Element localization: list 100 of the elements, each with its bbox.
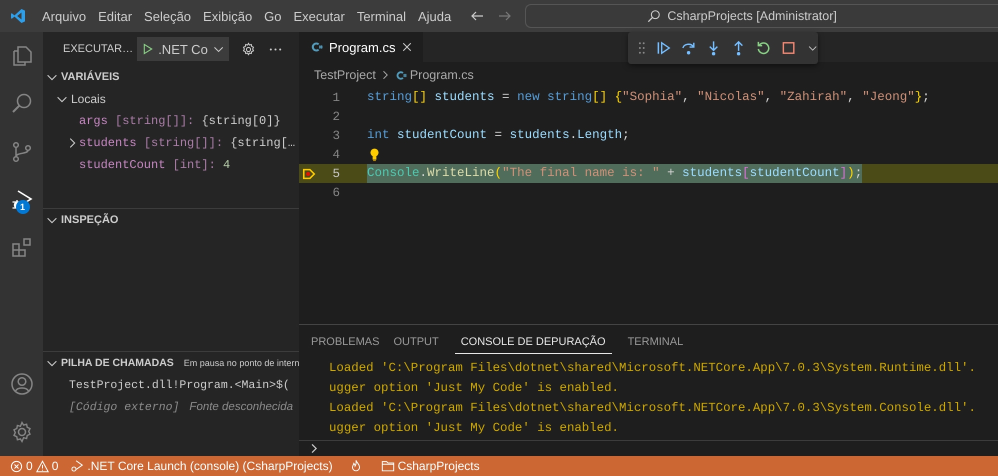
settings-icon[interactable] <box>241 42 256 56</box>
variable-name[interactable]: studentCount <box>79 158 166 172</box>
code-token: string <box>367 90 412 104</box>
search-icon <box>647 9 662 23</box>
code-token: [] <box>412 90 428 104</box>
code-token: , <box>847 90 856 104</box>
error-icon <box>10 460 23 472</box>
c-file-icon <box>309 40 323 54</box>
code-token: students <box>682 166 742 180</box>
restart-icon[interactable] <box>756 40 772 56</box>
code-token: [] { <box>592 90 622 104</box>
code-token: = <box>501 90 511 104</box>
command-center[interactable]: CsharpProjects [Administrator] <box>525 4 998 28</box>
section-header[interactable]: VARIÁVEIS <box>43 66 299 88</box>
line-number: 2 <box>331 110 340 124</box>
play-icon <box>141 42 154 56</box>
variable-value: {string[… <box>230 136 296 150</box>
step-over-icon[interactable] <box>680 40 696 56</box>
code-token: int <box>367 128 390 142</box>
breadcrumb-item[interactable]: Program.cs <box>410 68 474 82</box>
code-token: new string <box>517 90 592 104</box>
console-output-line: Loaded 'C:\Program Files\dotnet\shared\Microsoft.NETCore.App\7.0.3\System.Runtime.dll'. <box>329 360 977 377</box>
line-number: 3 <box>331 128 340 142</box>
panel-tab[interactable]: OUTPUT <box>387 330 445 354</box>
drag-handle-icon[interactable] <box>638 40 646 56</box>
scope-item[interactable]: Locais <box>43 88 299 110</box>
warning-count: 0 <box>52 459 58 473</box>
console-output-line: ugger option 'Just My Code' is enabled. <box>329 380 620 397</box>
variable-value: {string[0]} <box>201 114 281 128</box>
console-output-line: Loaded 'C:\Program Files\dotnet\shared\Microsoft.NETCore.App\7.0.3\System.Console.dll'. <box>329 400 977 417</box>
code-token: WriteLine <box>427 166 495 180</box>
line-number: 4 <box>331 148 340 162</box>
launch-config-status[interactable]: .NET Core Launch (console) (CsharpProjects) <box>64 456 339 476</box>
stack-frame[interactable]: [Código externo] Fonte desconhecida <box>43 396 299 418</box>
variable-type: [string[]]: <box>115 114 194 128</box>
code-token: } <box>914 90 922 104</box>
variable-type: [int]: <box>172 158 216 172</box>
folder-icon <box>380 459 395 473</box>
code-token: ; <box>854 166 862 180</box>
code-token: "Jeong" <box>862 90 915 104</box>
notification-badge: 1 <box>16 200 30 214</box>
folder-status[interactable]: CsharpProjects <box>374 456 486 476</box>
code-token: "The final name is: " <box>502 166 660 180</box>
account-icon[interactable] <box>10 372 34 396</box>
section-header[interactable]: INSPEÇÃO <box>43 209 299 231</box>
code-token: . <box>420 166 428 180</box>
code-token: studentCount <box>750 166 840 180</box>
code-token: + <box>666 166 676 180</box>
editor-tab[interactable]: Program.cs <box>299 32 424 62</box>
code-token: Length <box>577 128 622 142</box>
menu-item[interactable]: Ajuda <box>412 4 458 28</box>
code-token: [ <box>742 166 750 180</box>
code-token: . <box>570 128 578 142</box>
code-token: ] <box>840 166 848 180</box>
error-count: 0 <box>26 459 33 473</box>
code-token: ) <box>847 166 855 180</box>
app-logo-icon <box>10 8 26 24</box>
paused-status: Em pausa no ponto de intern <box>184 358 299 368</box>
code-token: , <box>764 90 774 104</box>
panel-tab[interactable]: TERMINAL <box>622 330 690 354</box>
code-token: studentCount <box>396 128 488 142</box>
breadcrumb-item[interactable]: TestProject <box>314 68 376 82</box>
variable-name[interactable]: students <box>79 136 137 150</box>
stack-frame[interactable]: TestProject.dll!Program.<Main>$( <box>43 374 299 396</box>
launch-config-dropdown[interactable]: .NET Co <box>137 37 229 61</box>
code-token: ; <box>622 128 630 142</box>
extensions-icon[interactable] <box>10 236 34 260</box>
menu-item[interactable]: Editar <box>92 4 138 28</box>
menu-item[interactable]: Seleção <box>138 4 198 28</box>
menu-item[interactable]: Exibição <box>197 4 258 28</box>
variable-value: 4 <box>223 158 230 172</box>
warning-icon <box>36 460 49 472</box>
code-token: students <box>434 90 495 104</box>
line-number: 5 <box>331 166 340 180</box>
panel-tab[interactable]: PROBLEMAS <box>305 330 386 354</box>
code-token: , <box>682 90 691 104</box>
code-token: Console <box>367 166 420 180</box>
variable-name[interactable]: args <box>79 114 108 128</box>
panel-tab[interactable]: CONSOLE DE DEPURAÇÃO <box>454 330 612 354</box>
menu-item[interactable]: Go <box>258 4 288 28</box>
code-token: students <box>510 128 570 142</box>
section-header[interactable]: PILHA DE CHAMADAS Em pausa no ponto de intern <box>43 352 299 374</box>
code-token: "Sophia" <box>622 90 682 104</box>
code-token: ; <box>922 90 930 104</box>
debug-launch-icon <box>70 459 84 473</box>
code-token: "Zahirah" <box>780 90 848 104</box>
code-token: ( <box>494 166 502 180</box>
line-number: 6 <box>331 186 340 200</box>
menu-item[interactable]: Arquivo <box>36 4 92 28</box>
menu-item[interactable]: Terminal <box>350 4 412 28</box>
c-file-icon <box>394 68 407 82</box>
command-center-label: CsharpProjects [Administrator] <box>667 9 837 23</box>
problems-status[interactable]: 0 0 <box>0 456 64 476</box>
continue-icon[interactable] <box>656 40 671 56</box>
code-token: "Nicolas" <box>697 90 765 104</box>
stop-icon[interactable] <box>781 40 797 56</box>
close-icon[interactable] <box>401 41 414 53</box>
line-number: 1 <box>331 90 340 104</box>
variable-type: [string[]]: <box>144 136 224 150</box>
menu-item[interactable]: Executar <box>288 4 351 28</box>
